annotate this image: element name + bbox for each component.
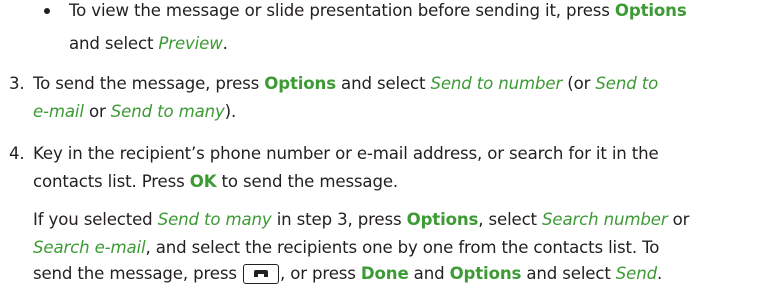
options-keyword: Options bbox=[449, 264, 522, 283]
send-to-number-option: Send to number bbox=[430, 74, 563, 93]
text: . bbox=[657, 264, 663, 283]
text: . bbox=[222, 34, 228, 53]
text: , or press bbox=[279, 264, 361, 283]
step-4-line-1: Key in the recipient’s phone number or e… bbox=[33, 144, 659, 163]
text: (or bbox=[562, 74, 596, 93]
step-4-para-line-3: send the message, press , or press Done … bbox=[33, 264, 662, 284]
bullet-line-2: and select Preview. bbox=[69, 34, 228, 54]
step-3-line-2: e-mail or Send to many). bbox=[33, 102, 236, 122]
options-keyword: Options bbox=[614, 1, 687, 20]
text: , and select the recipients one by one f… bbox=[145, 238, 660, 257]
text: To send the message, press bbox=[33, 74, 265, 93]
text: contacts list. Press bbox=[33, 172, 190, 191]
search-number-option: Search number bbox=[542, 210, 668, 229]
step-3-line-1: To send the message, press Options and s… bbox=[33, 74, 658, 94]
text: and select bbox=[335, 74, 431, 93]
call-send-key-icon bbox=[242, 264, 279, 284]
step-number: 4. bbox=[9, 144, 25, 163]
text: If you selected bbox=[33, 210, 158, 229]
text: or bbox=[83, 102, 111, 121]
text: send the message, press bbox=[33, 264, 242, 283]
text: in step 3, press bbox=[271, 210, 407, 229]
step-4-para-line-2: Search e-mail, and select the recipients… bbox=[33, 238, 659, 258]
text: or bbox=[667, 210, 690, 229]
text: and select bbox=[69, 34, 159, 53]
text: , select bbox=[478, 210, 543, 229]
text: to send the message. bbox=[216, 172, 399, 191]
send-to-email-option: e-mail bbox=[33, 102, 84, 121]
text: and select bbox=[521, 264, 616, 283]
text: and bbox=[408, 264, 450, 283]
send-to-many-option: Send to many bbox=[157, 210, 272, 229]
preview-option: Preview bbox=[158, 34, 223, 53]
send-to-many-option: Send to many bbox=[110, 102, 225, 121]
step-4-para-line-1: If you selected Send to many in step 3, … bbox=[33, 210, 689, 230]
options-keyword: Options bbox=[406, 210, 479, 229]
search-email-option: Search e-mail bbox=[33, 238, 146, 257]
text: ). bbox=[224, 102, 237, 121]
text: To view the message or slide presentatio… bbox=[69, 1, 615, 20]
send-to-email-option: Send to bbox=[595, 74, 659, 93]
step-number: 3. bbox=[9, 74, 25, 93]
ok-keyword: OK bbox=[189, 172, 217, 191]
bullet-dot bbox=[44, 8, 50, 14]
send-option: Send bbox=[615, 264, 657, 283]
done-keyword: Done bbox=[360, 264, 409, 283]
options-keyword: Options bbox=[264, 74, 336, 93]
step-4-line-2: contacts list. Press OK to send the mess… bbox=[33, 172, 398, 192]
bullet-line-1: To view the message or slide presentatio… bbox=[69, 1, 687, 21]
